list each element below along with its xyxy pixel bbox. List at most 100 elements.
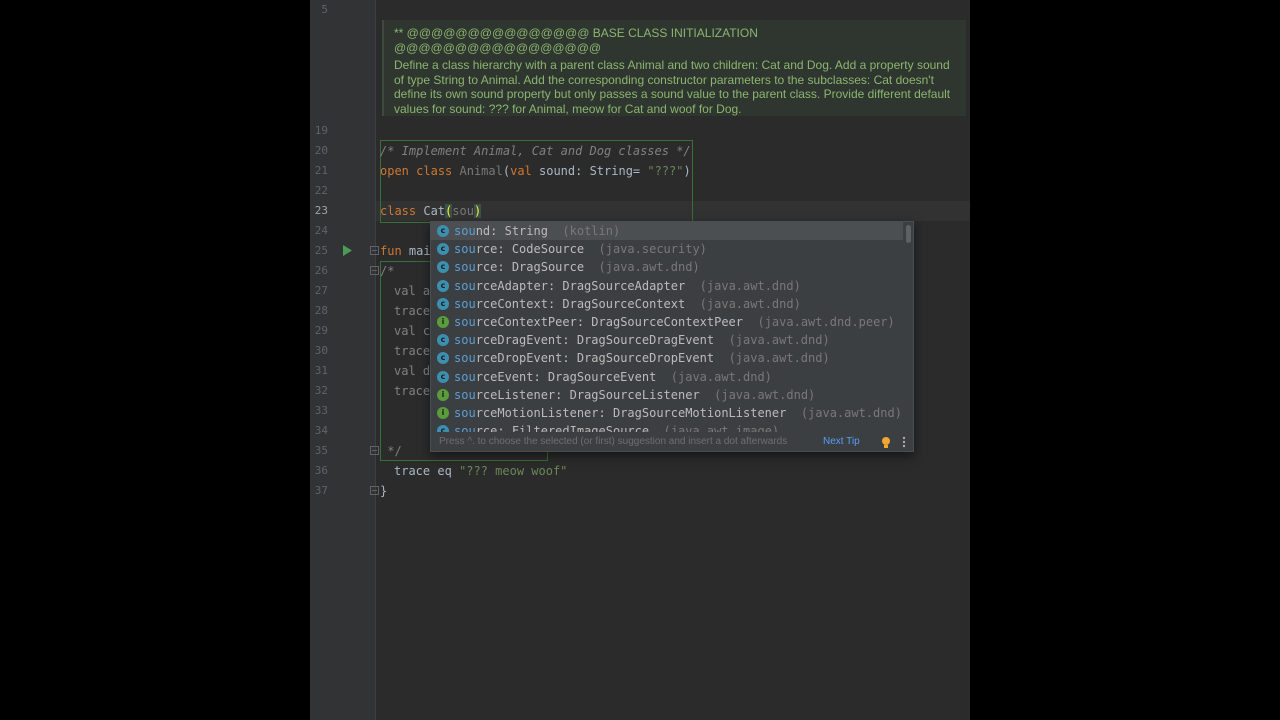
next-tip-link[interactable]: Next Tip [823,432,860,451]
line-number: 30 [314,344,328,357]
line-number: 33 [314,404,328,417]
suggestion-item[interactable]: c sourceDragEvent: DragSourceDragEvent (j… [431,331,903,349]
line-number: 20 [314,144,328,157]
code-line-36: trace eq "??? meow woof" [394,461,567,481]
keyword: fun [380,244,402,258]
doc-comment-block: ** @@@@@@@@@@@@@@@ BASE CLASS INITIALIZA… [382,20,966,116]
paren: ) [473,204,482,218]
typed-text: sou [452,204,474,218]
string-literal: "??? meow woof" [459,464,568,478]
popup-footer: Press ^. to choose the selected (or firs… [431,432,913,451]
code-line-31: val d [394,364,431,378]
class-icon: c [437,243,449,256]
class-name: Cat [416,204,446,218]
suggestion-package: (java.awt.dnd) [714,387,816,402]
suggestion-item[interactable]: c source: DragSource (java.awt.dnd) [431,258,903,276]
suggestion-name: rceDropEvent [475,351,563,366]
suggestion-type: : DragSourceDragEvent [562,333,715,348]
suggestion-type: : DragSourceEvent [533,369,657,384]
line-number: 31 [314,364,328,377]
footer-hint: Press ^. to choose the selected (or firs… [439,436,788,447]
keyword: open [380,164,409,178]
match-prefix: sou [454,315,476,329]
code-line-29: val c [394,324,431,338]
code-line-35: */ [380,444,402,458]
line-number: 36 [314,464,328,477]
class-icon: i [437,407,449,419]
suggestion-type: : DragSourceAdapter [547,278,686,293]
suggestion-package: (java.awt.dnd) [670,369,772,384]
line-number: 19 [314,124,328,137]
match-prefix: sou [454,260,476,275]
suggestion-item[interactable]: i sourceContextPeer: DragSourceContextPee… [431,313,903,331]
class-icon: i [437,388,449,401]
suggestion-type: : DragSource [497,260,585,275]
suggestion-name: rce [475,260,498,275]
match-prefix: sou [454,406,476,420]
popup-scrollbar[interactable] [906,225,911,243]
code-line-32: trace [394,384,431,398]
suggestion-package: (java.awt.dnd) [800,406,902,420]
function-name: mai [401,244,431,258]
code-line-27: val a [394,284,431,298]
line-number: 27 [314,284,328,297]
match-prefix: sou [454,278,476,293]
suggestion-type: : DragSourceDropEvent [562,351,715,366]
suggestion-item[interactable]: i sourceListener: DragSourceListener (jav… [431,386,903,404]
suggestion-type: : String [490,224,548,238]
line-number: 34 [314,424,328,437]
code-completion-popup[interactable]: c sound: String (kotlin) c source: CodeSour… [430,221,914,452]
suggestion-name: rce [475,242,498,257]
code-line-26: /* [380,264,395,278]
class-icon: c [437,370,449,383]
run-triangle-icon[interactable] [342,245,352,256]
lightbulb-icon[interactable] [881,437,891,448]
line-number: 32 [314,384,328,397]
match-prefix: sou [454,224,476,238]
suggestion-item[interactable]: c sourceAdapter: DragSourceAdapter (java.… [431,277,903,295]
match-prefix: sou [454,242,476,257]
code-line-28: trace [394,304,431,318]
suggestion-type: : DragSourceMotionListener [598,406,787,420]
code-line-37: } [380,484,388,498]
code-line-25: fun mai [380,241,431,261]
line-number-gutter[interactable]: 5 19 20 21 22 23 24 25 26 27 28 29 30 31… [310,0,379,720]
match-prefix: sou [454,369,476,384]
suggestion-item[interactable]: i sourceMotionListener: DragSourceMotionL… [431,404,903,422]
paren: ) [683,164,691,178]
suggestion-item[interactable]: c sourceContext: DragSourceContext (java.… [431,295,903,313]
suggestion-name: rceContextPeer [475,315,577,329]
match-prefix: sou [454,351,476,366]
class-name: Animal [459,164,503,178]
suggestion-item[interactable]: c sourceEvent: DragSourceEvent (java.awt.… [431,368,903,386]
suggestion-name: rceListener [475,387,556,402]
code-line-30: trace [394,344,431,358]
class-icon: i [437,316,449,328]
suggestion-package: (java.awt.dnd) [699,278,801,293]
keyword: val [510,164,532,178]
doc-heading: ** @@@@@@@@@@@@@@@ BASE CLASS INITIALIZA… [394,26,758,55]
keyword: class [380,204,417,218]
class-icon: c [437,297,449,310]
line-number: 21 [314,164,328,177]
suggestion-type: : DragSourceListener [555,387,700,402]
line-number: 22 [314,184,328,197]
line-number: 35 [314,444,328,457]
suggestion-package: (java.awt.dnd) [728,333,830,348]
suggestion-type: : CodeSource [497,242,585,257]
suggestion-item[interactable]: c sound: String (kotlin) [431,222,903,240]
code-line-23[interactable]: class Cat(sou) [380,201,482,221]
suggestion-name: nd [475,224,491,238]
suggestion-item[interactable]: c sourceDropEvent: DragSourceDropEvent (j… [431,349,903,367]
more-options-icon[interactable] [902,436,906,448]
line-number: 25 [314,244,328,257]
suggestion-package: (java.security) [598,242,707,257]
suggestion-package: (java.awt.dnd.peer) [757,315,895,329]
code-line-20: /* Implement Animal, Cat and Dog classes… [380,144,691,158]
class-icon: c [437,334,449,347]
suggestion-item[interactable]: c source: CodeSource (java.security) [431,240,903,258]
code-line-21: open class Animal(val sound: String= "??… [380,161,691,181]
suggestion-type: : DragSourceContext [547,296,686,311]
class-icon: c [437,352,449,365]
line-number: 37 [314,484,328,497]
